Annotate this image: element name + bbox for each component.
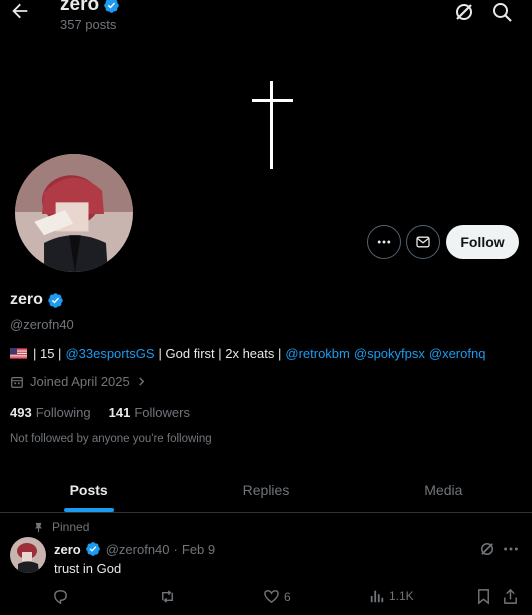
pinned-label-row: Pinned xyxy=(33,520,89,534)
bio-mention-retrokbm[interactable]: @retrokbm xyxy=(285,346,350,361)
verified-badge-icon[interactable] xyxy=(47,292,64,309)
joined-date: Joined April 2025 xyxy=(30,374,130,389)
profile-name: zero xyxy=(10,291,43,308)
pin-icon xyxy=(33,522,44,533)
profile-name-row: zero xyxy=(10,291,64,309)
verified-badge-icon xyxy=(85,541,102,558)
mail-icon xyxy=(415,234,431,250)
post-separator: · xyxy=(173,542,178,557)
share-icon xyxy=(502,588,519,605)
bio-mention-33esportsgs[interactable]: @33esportsGS xyxy=(65,346,154,361)
verified-badge-icon xyxy=(103,0,120,14)
joined-date-row[interactable]: Joined April 2025 xyxy=(10,374,147,389)
bio-mention-xerofnq[interactable]: @xerofnq xyxy=(429,346,486,361)
following-count: 493 xyxy=(10,405,32,420)
not-followed-note: Not followed by anyone you're following xyxy=(10,433,212,445)
tab-media-label: Media xyxy=(424,482,463,498)
follow-button[interactable]: Follow xyxy=(446,225,519,259)
views-count: 1.1K xyxy=(389,589,414,603)
more-options-button[interactable] xyxy=(367,225,401,259)
like-button[interactable]: 6 xyxy=(263,588,291,605)
reply-button[interactable] xyxy=(52,588,69,605)
repost-button[interactable] xyxy=(159,588,176,605)
tab-replies[interactable]: Replies xyxy=(177,468,354,512)
post-date[interactable]: Feb 9 xyxy=(182,542,215,557)
tab-posts-label: Posts xyxy=(69,482,108,498)
profile-avatar[interactable] xyxy=(13,152,135,274)
pinned-label: Pinned xyxy=(52,520,90,534)
header-name: zero xyxy=(60,0,100,15)
back-arrow-icon[interactable] xyxy=(9,0,31,22)
bookmark-icon xyxy=(475,588,492,605)
followers-label: Followers xyxy=(134,405,190,420)
post-author-name[interactable]: zero xyxy=(54,542,81,557)
views-icon xyxy=(369,588,385,604)
followers-link[interactable]: 141 Followers xyxy=(109,405,190,420)
post-author-avatar[interactable] xyxy=(10,537,46,573)
bio-text-2: | God first | 2x heats | xyxy=(158,346,282,361)
post-actions: 6 1.1K xyxy=(52,588,522,606)
post-header: zero @zerofn40 · Feb 9 xyxy=(54,541,215,558)
post-more-icon[interactable] xyxy=(502,540,520,558)
views-button[interactable]: 1.1K xyxy=(369,588,414,604)
calendar-icon xyxy=(10,375,24,389)
grok-icon[interactable] xyxy=(478,540,496,558)
post-author-handle[interactable]: @zerofn40 xyxy=(106,542,170,557)
profile-handle: @zerofn40 xyxy=(10,317,74,332)
header-posts-count: 357 posts xyxy=(60,17,117,32)
banner-cross-horizontal xyxy=(252,99,293,102)
repost-icon xyxy=(159,588,176,605)
like-icon xyxy=(263,588,280,605)
chevron-right-icon xyxy=(136,376,147,387)
bio-text-1: | 15 | xyxy=(33,346,62,361)
follow-stats: 493 Following 141 Followers xyxy=(10,405,190,420)
profile-bio: | 15 | @33esportsGS | God first | 2x hea… xyxy=(10,346,485,361)
reply-icon xyxy=(52,588,69,605)
more-icon xyxy=(376,234,392,250)
following-link[interactable]: 493 Following xyxy=(10,405,91,420)
banner-cross-vertical xyxy=(270,81,273,169)
followers-count: 141 xyxy=(108,405,131,420)
message-button[interactable] xyxy=(406,225,440,259)
active-tab-indicator xyxy=(63,508,114,512)
bookmark-button[interactable] xyxy=(475,588,492,605)
tab-media[interactable]: Media xyxy=(355,468,532,512)
tab-replies-label: Replies xyxy=(242,482,290,498)
header-title: zero xyxy=(60,0,120,16)
tab-posts[interactable]: Posts xyxy=(0,468,177,512)
like-count: 6 xyxy=(284,589,291,604)
grok-icon[interactable] xyxy=(452,0,476,24)
post-text: trust in God xyxy=(54,561,122,576)
us-flag-icon xyxy=(10,348,27,359)
bio-mention-spokyfpsx[interactable]: @spokyfpsx xyxy=(354,346,425,361)
search-icon[interactable] xyxy=(490,0,514,24)
share-button[interactable] xyxy=(502,588,519,605)
following-label: Following xyxy=(35,405,91,420)
profile-tabs: Posts Replies Media xyxy=(0,468,532,513)
